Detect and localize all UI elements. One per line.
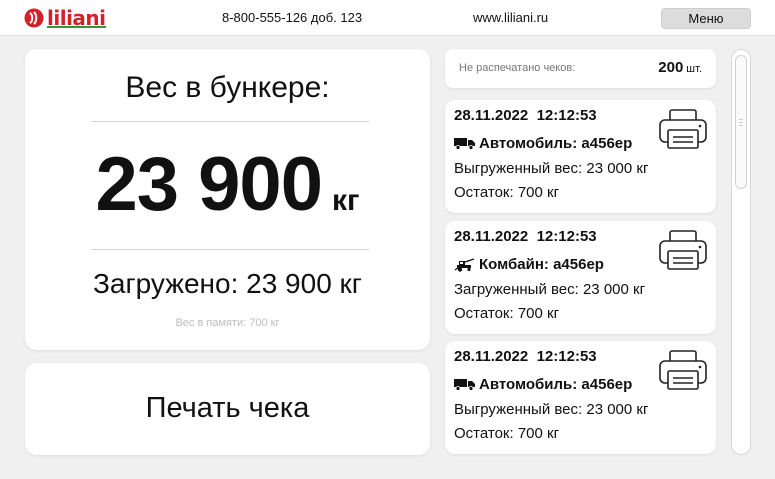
receipt-remainder: Остаток: 700 кг [454,425,560,442]
receipt-datetime: 28.11.2022 12:12:53 [454,348,597,365]
menu-button[interactable]: Меню [661,8,751,29]
receipt-card: 28.11.2022 12:12:53 Комбайн: а456ер Загр… [445,221,716,334]
printer-icon[interactable] [658,108,708,150]
divider [91,121,369,122]
printer-icon[interactable] [658,229,708,271]
receipt-weight: Загруженный вес: 23 000 кг [454,281,646,298]
receipt-weight: Выгруженный вес: 23 000 кг [454,401,649,418]
receipt-weight: Выгруженный вес: 23 000 кг [454,160,649,177]
receipt-card: 28.11.2022 12:12:53 Автомобиль: а456ер В… [445,341,716,454]
receipt-datetime: 28.11.2022 12:12:53 [454,107,597,124]
print-receipt-label: Печать чека [145,392,310,424]
divider [91,249,369,250]
logo: liliani [24,6,106,30]
scrollbar-thumb[interactable] [735,55,747,189]
combine-harvester-icon [454,257,475,272]
receipt-vehicle: Автомобиль: а456ер [454,135,632,152]
phone-number: 8-800-555-126 доб. 123 [222,10,363,25]
receipt-remainder: Остаток: 700 кг [454,305,560,322]
truck-icon [454,379,475,391]
top-bar: liliani 8-800-555-126 доб. 123 www.lilia… [0,0,775,36]
website-link[interactable]: www.liliani.ru [473,10,548,25]
hopper-weight-title: Вес в бункере: [125,71,330,104]
unprinted-count: 200 шт. [658,59,702,76]
unprinted-label: Не распечатано чеков: [459,62,576,74]
receipt-vehicle: Автомобиль: а456ер [454,376,632,393]
hopper-weight-display: 23 900 кг [25,141,430,228]
receipt-datetime: 28.11.2022 12:12:53 [454,228,597,245]
hopper-weight-unit: кг [331,184,360,217]
receipt-remainder: Остаток: 700 кг [454,184,560,201]
memory-weight-text: Вес в памяти: 700 кг [175,317,280,329]
truck-icon [454,138,475,150]
logo-icon [24,8,44,28]
logo-text: liliani [47,6,106,30]
printer-icon[interactable] [658,349,708,391]
hopper-weight-card: Вес в бункере: 23 900 кг Загружено: 23 90… [25,49,430,350]
unprinted-receipts-counter: Не распечатано чеков: 200 шт. [445,49,716,88]
receipt-card: 28.11.2022 12:12:53 Автомобиль: а456ер В… [445,100,716,213]
receipt-vehicle: Комбайн: а456ер [454,256,604,273]
hopper-weight-value: 23 900 [95,142,323,227]
loaded-weight-text: Загружено: 23 900 кг [92,268,363,299]
print-receipt-button[interactable]: Печать чека [25,363,430,455]
receipts-scrollbar[interactable] [731,49,751,455]
grip-icon [739,119,743,128]
